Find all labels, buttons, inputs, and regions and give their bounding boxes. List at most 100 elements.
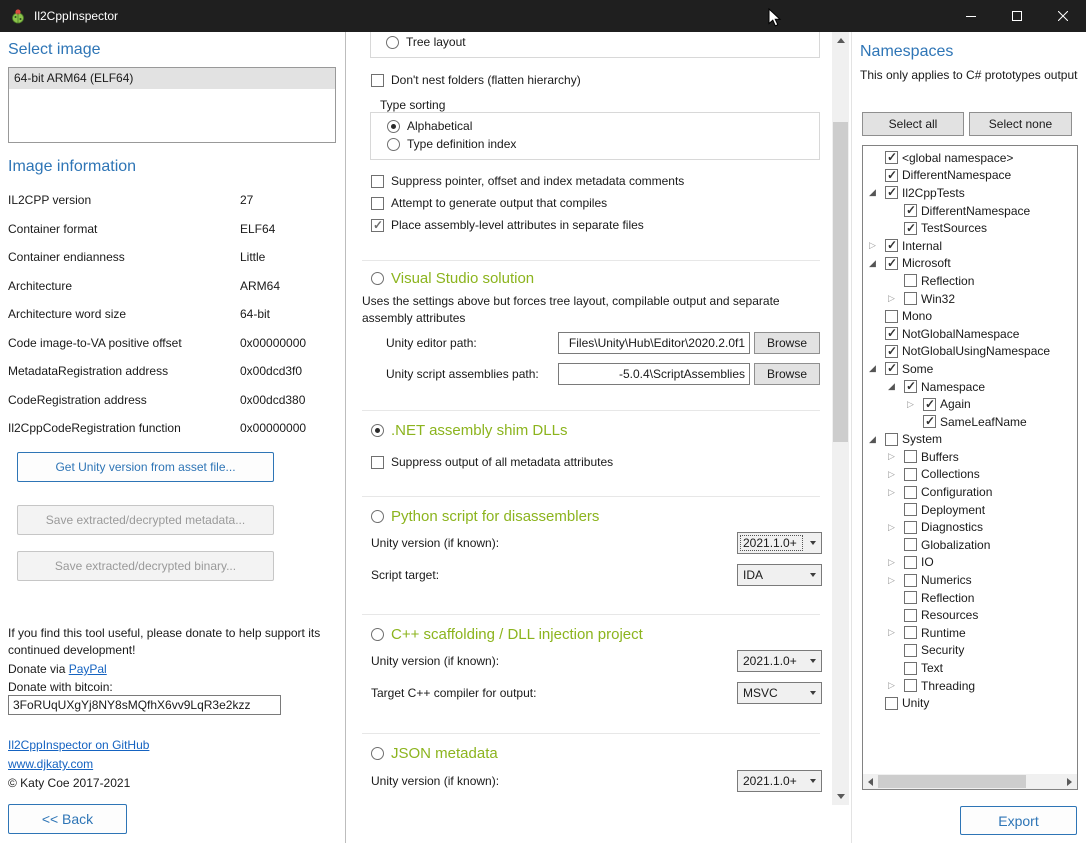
namespace-checkbox[interactable] bbox=[904, 662, 917, 675]
namespace-checkbox[interactable] bbox=[904, 380, 917, 393]
scrollbar-thumb[interactable] bbox=[878, 775, 1026, 788]
tree-item[interactable]: Reflection bbox=[863, 589, 1077, 607]
namespace-checkbox[interactable] bbox=[904, 574, 917, 587]
expander-collapsed-icon[interactable]: ▷ bbox=[888, 452, 904, 461]
namespace-checkbox[interactable] bbox=[904, 521, 917, 534]
namespace-checkbox[interactable] bbox=[904, 274, 917, 287]
namespace-checkbox[interactable] bbox=[904, 644, 917, 657]
expander-collapsed-icon[interactable]: ▷ bbox=[888, 681, 904, 690]
tree-item[interactable]: ▷Diagnostics bbox=[863, 518, 1077, 536]
namespace-checkbox[interactable] bbox=[885, 345, 898, 358]
expander-expanded-icon[interactable]: ◢ bbox=[869, 259, 885, 268]
expander-collapsed-icon[interactable]: ▷ bbox=[888, 628, 904, 637]
scroll-right-button[interactable] bbox=[1062, 774, 1077, 789]
scroll-left-button[interactable] bbox=[863, 774, 878, 789]
bitcoin-address-field[interactable]: 3FoRUqUXgYj8NY8sMQfhX6vv9LqR3e2kzz bbox=[8, 695, 281, 715]
namespace-checkbox[interactable] bbox=[904, 222, 917, 235]
minimize-button[interactable] bbox=[948, 0, 994, 32]
expander-collapsed-icon[interactable]: ▷ bbox=[888, 470, 904, 479]
scroll-down-button[interactable] bbox=[832, 788, 849, 805]
tree-item[interactable]: Text bbox=[863, 659, 1077, 677]
tree-item[interactable]: Globalization bbox=[863, 536, 1077, 554]
image-listbox[interactable]: 64-bit ARM64 (ELF64) bbox=[8, 67, 336, 143]
namespace-checkbox[interactable] bbox=[904, 538, 917, 551]
namespace-checkbox[interactable] bbox=[904, 609, 917, 622]
namespace-checkbox[interactable] bbox=[885, 257, 898, 270]
expander-collapsed-icon[interactable]: ▷ bbox=[888, 488, 904, 497]
tree-item[interactable]: SameLeafName bbox=[863, 413, 1077, 431]
namespace-checkbox[interactable] bbox=[885, 327, 898, 340]
py-unity-version-combobox[interactable]: 2021.1.0+ bbox=[737, 532, 822, 554]
namespace-checkbox[interactable] bbox=[904, 679, 917, 692]
shim-dlls-radio[interactable] bbox=[371, 424, 384, 437]
browse-assemblies-path-button[interactable]: Browse bbox=[754, 363, 820, 385]
tree-item[interactable]: ▷Numerics bbox=[863, 571, 1077, 589]
namespace-checkbox[interactable] bbox=[904, 591, 917, 604]
namespace-checkbox[interactable] bbox=[885, 310, 898, 323]
get-unity-version-button[interactable]: Get Unity version from asset file... bbox=[17, 452, 274, 482]
tree-item[interactable]: NotGlobalUsingNamespace bbox=[863, 343, 1077, 361]
dropdown-arrow-icon[interactable] bbox=[805, 771, 821, 791]
tree-item[interactable]: DifferentNamespace bbox=[863, 202, 1077, 220]
browse-editor-path-button[interactable]: Browse bbox=[754, 332, 820, 354]
tree-item[interactable]: Deployment bbox=[863, 501, 1077, 519]
tree-item[interactable]: Unity bbox=[863, 694, 1077, 712]
expander-expanded-icon[interactable]: ◢ bbox=[888, 382, 904, 391]
tree-item[interactable]: ◢Some bbox=[863, 360, 1077, 378]
tree-item[interactable]: ▷IO bbox=[863, 554, 1077, 572]
dropdown-arrow-icon[interactable] bbox=[805, 533, 821, 553]
visual-studio-radio[interactable] bbox=[371, 272, 384, 285]
suppress-metadata-comments-checkbox[interactable] bbox=[371, 175, 384, 188]
tree-item[interactable]: <global namespace> bbox=[863, 149, 1077, 167]
back-button[interactable]: << Back bbox=[8, 804, 127, 834]
close-button[interactable] bbox=[1040, 0, 1086, 32]
expander-collapsed-icon[interactable]: ▷ bbox=[907, 400, 923, 409]
cpp-unity-version-combobox[interactable]: 2021.1.0+ bbox=[737, 650, 822, 672]
tree-item[interactable]: Security bbox=[863, 642, 1077, 660]
script-target-combobox[interactable]: IDA bbox=[737, 564, 822, 586]
tree-item[interactable]: ▷Again bbox=[863, 395, 1077, 413]
suppress-attributes-checkbox[interactable] bbox=[371, 456, 384, 469]
tree-item[interactable]: ▷Collections bbox=[863, 466, 1077, 484]
tree-item[interactable]: NotGlobalNamespace bbox=[863, 325, 1077, 343]
expander-expanded-icon[interactable]: ◢ bbox=[869, 188, 885, 197]
select-none-button[interactable]: Select none bbox=[969, 112, 1072, 136]
sort-alphabetical-radio[interactable] bbox=[387, 120, 400, 133]
expander-expanded-icon[interactable]: ◢ bbox=[869, 364, 885, 373]
github-link[interactable]: Il2CppInspector on GitHub bbox=[8, 738, 149, 752]
namespace-checkbox[interactable] bbox=[923, 415, 936, 428]
namespace-checkbox[interactable] bbox=[904, 204, 917, 217]
namespace-checkbox[interactable] bbox=[904, 450, 917, 463]
script-assemblies-path-field[interactable]: -5.0.4\ScriptAssemblies bbox=[558, 363, 750, 385]
sort-typedef-index-radio[interactable] bbox=[387, 138, 400, 151]
tree-item[interactable]: ▷Configuration bbox=[863, 483, 1077, 501]
expander-collapsed-icon[interactable]: ▷ bbox=[888, 558, 904, 567]
tree-item[interactable]: ▷Win32 bbox=[863, 290, 1077, 308]
namespace-checkbox[interactable] bbox=[885, 697, 898, 710]
tree-item[interactable]: ▷Buffers bbox=[863, 448, 1077, 466]
json-metadata-radio[interactable] bbox=[371, 747, 384, 760]
tree-item[interactable]: Reflection bbox=[863, 272, 1077, 290]
namespace-checkbox[interactable] bbox=[904, 486, 917, 499]
tree-item[interactable]: ◢Microsoft bbox=[863, 255, 1077, 273]
tree-item[interactable]: ◢Namespace bbox=[863, 378, 1077, 396]
dropdown-arrow-icon[interactable] bbox=[805, 565, 821, 585]
compilable-output-checkbox[interactable] bbox=[371, 197, 384, 210]
tree-item[interactable]: ◢Il2CppTests bbox=[863, 184, 1077, 202]
tree-item[interactable]: ◢System bbox=[863, 431, 1077, 449]
export-button[interactable]: Export bbox=[960, 806, 1077, 835]
namespace-checkbox[interactable] bbox=[904, 468, 917, 481]
unity-editor-path-field[interactable]: Files\Unity\Hub\Editor\2020.2.0f1 bbox=[558, 332, 750, 354]
website-link[interactable]: www.djkaty.com bbox=[8, 757, 93, 771]
flatten-checkbox[interactable] bbox=[371, 74, 384, 87]
expander-collapsed-icon[interactable]: ▷ bbox=[869, 241, 885, 250]
cpp-project-radio[interactable] bbox=[371, 628, 384, 641]
namespace-checkbox[interactable] bbox=[885, 362, 898, 375]
scroll-up-button[interactable] bbox=[832, 32, 849, 49]
namespace-checkbox[interactable] bbox=[904, 626, 917, 639]
scrollbar-thumb[interactable] bbox=[833, 122, 848, 442]
expander-expanded-icon[interactable]: ◢ bbox=[869, 435, 885, 444]
namespace-checkbox[interactable] bbox=[904, 556, 917, 569]
tree-item[interactable]: TestSources bbox=[863, 219, 1077, 237]
expander-collapsed-icon[interactable]: ▷ bbox=[888, 523, 904, 532]
